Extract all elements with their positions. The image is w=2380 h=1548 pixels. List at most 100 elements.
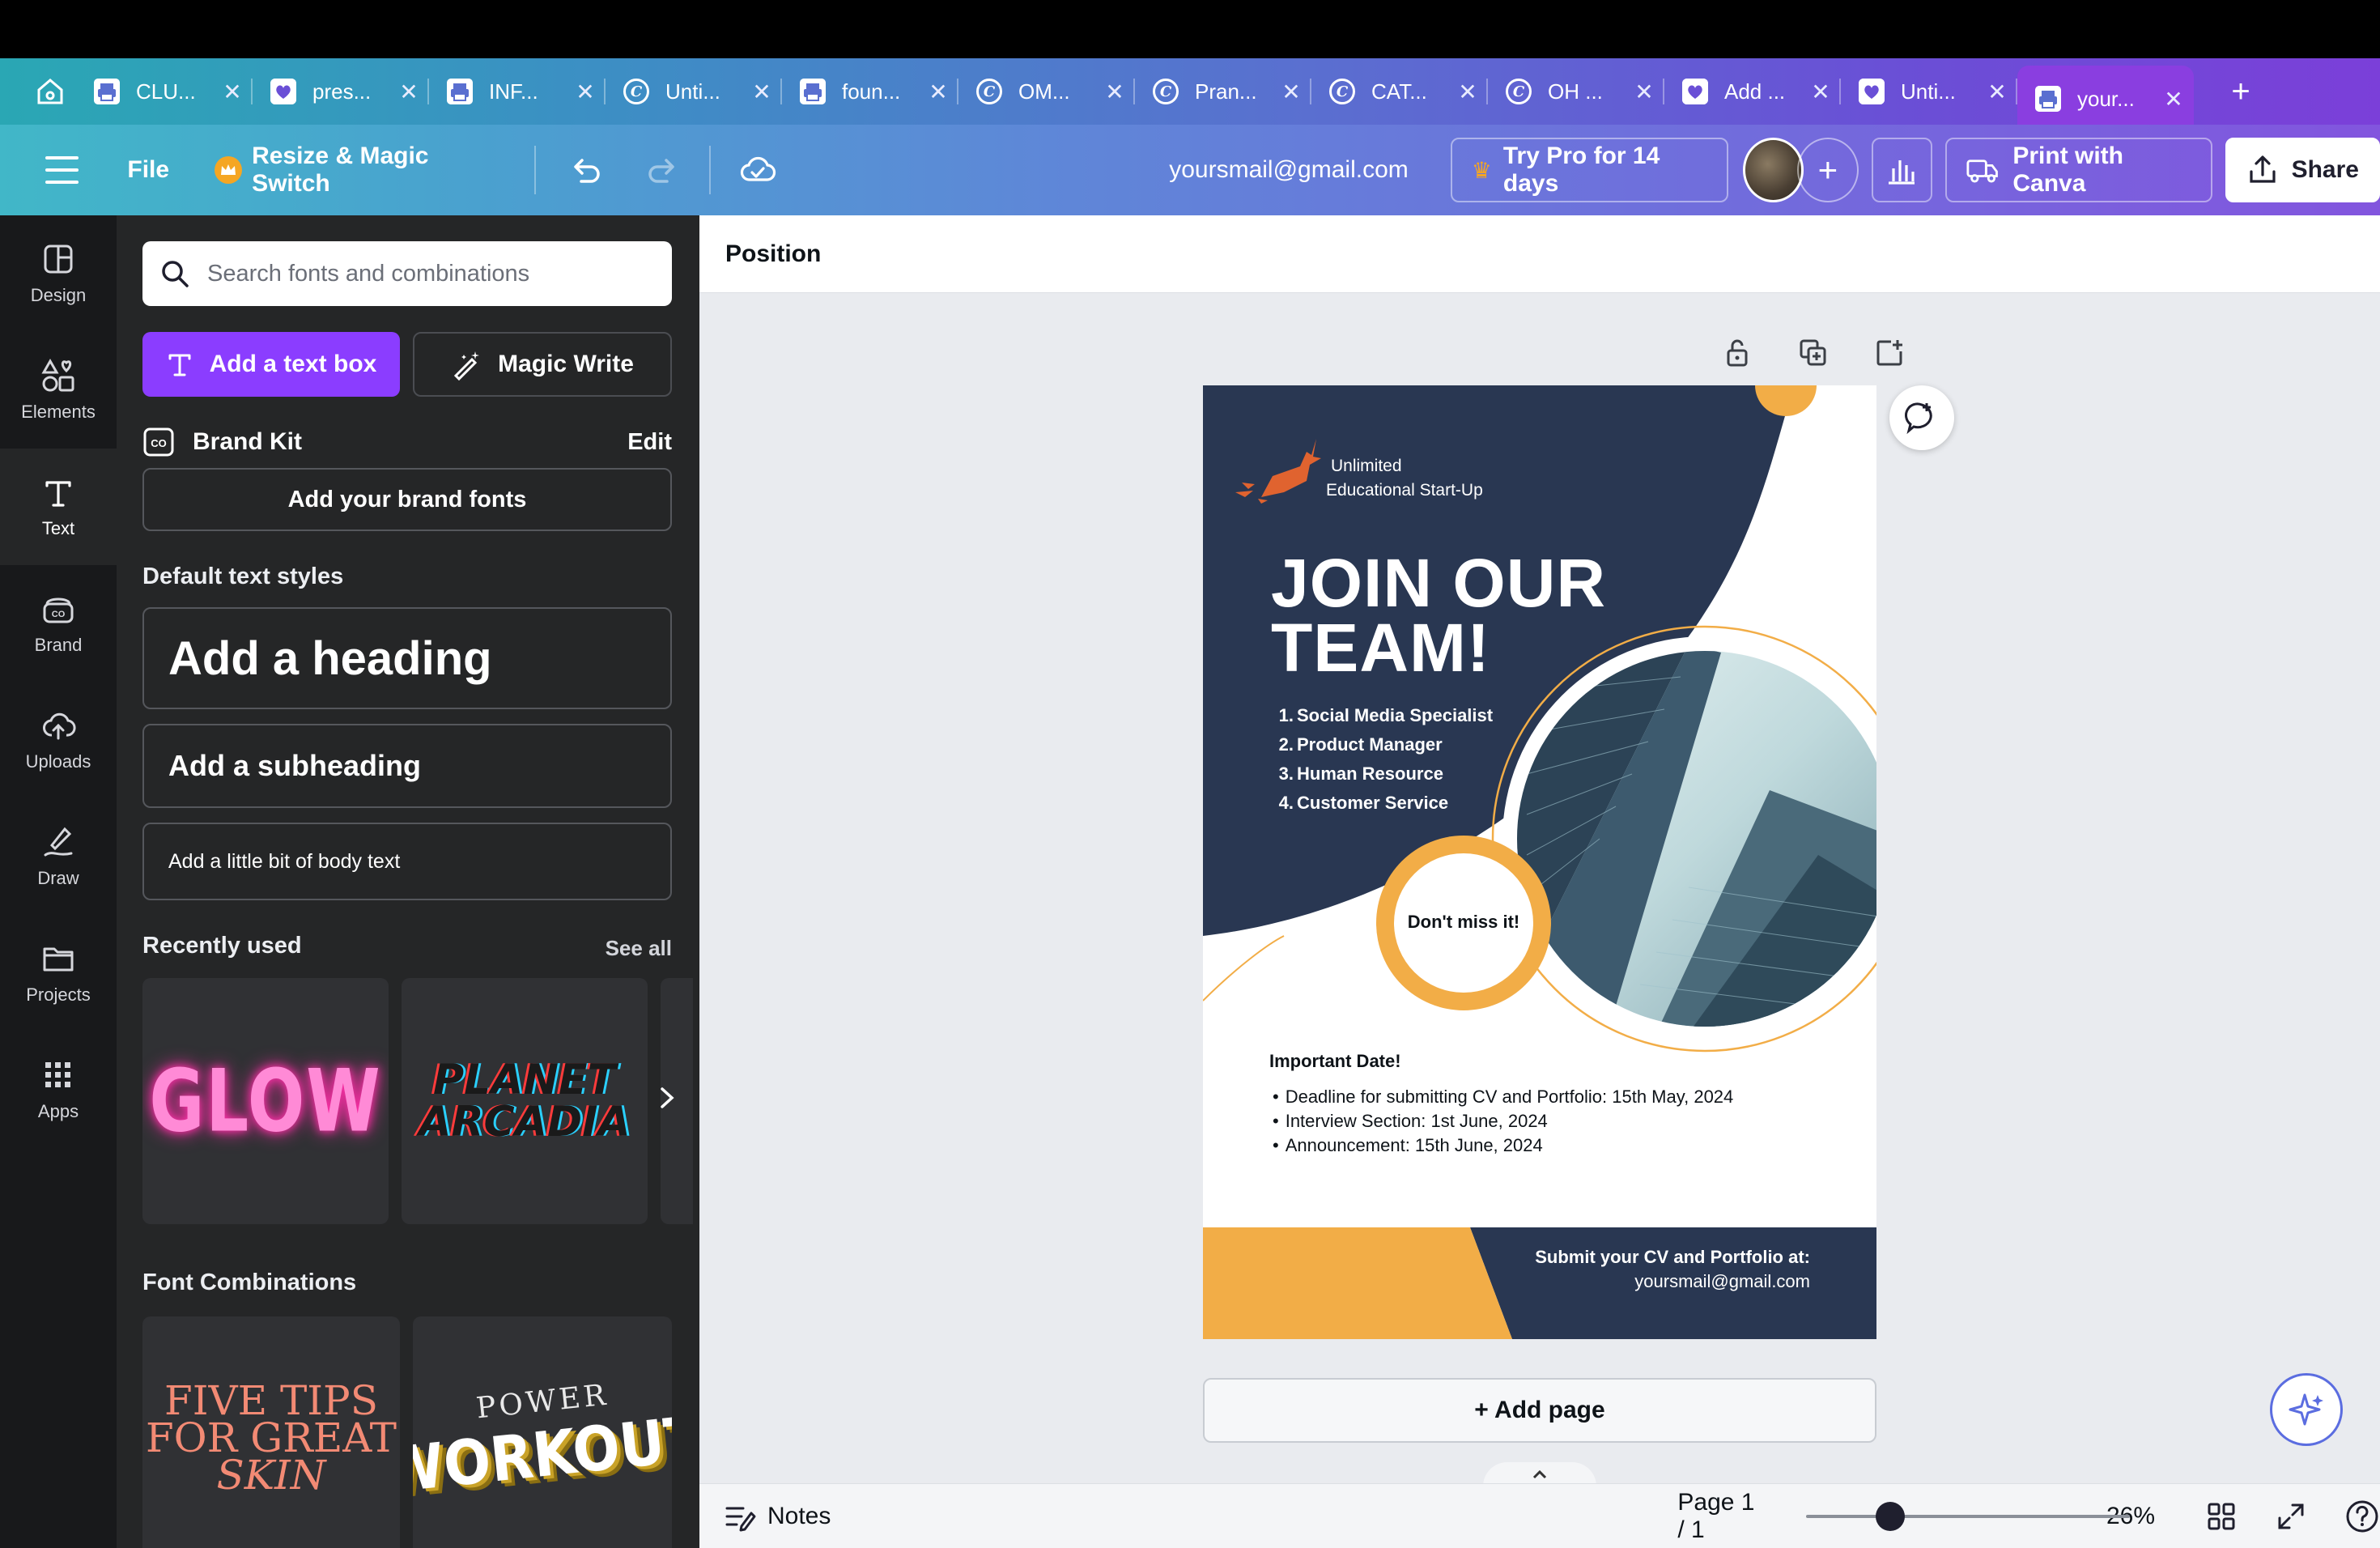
grid-view-button[interactable] [2205, 1500, 2238, 1533]
home-tab-button[interactable] [24, 66, 76, 117]
close-icon[interactable]: ✕ [219, 79, 246, 105]
date-item[interactable]: • Deadline for submitting CV and Portfoli… [1273, 1085, 1733, 1109]
lock-page-button[interactable] [1721, 337, 1753, 369]
bullet: • [1273, 1135, 1279, 1155]
font-combo-power-workout[interactable]: POWER WORKOUT [413, 1316, 672, 1548]
browser-tab[interactable]: C OH ... ✕ [1488, 66, 1664, 117]
browser-tab[interactable]: Add ... ✕ [1664, 66, 1841, 117]
add-subheading-button[interactable]: Add a subheading [142, 724, 672, 808]
browser-tab[interactable]: INF... ✕ [429, 66, 606, 117]
browser-tab[interactable]: Unti... ✕ [1841, 66, 2017, 117]
design-canvas-page[interactable]: Unlimited Educational Start-Up JOIN OUR … [1203, 385, 1876, 1339]
print-with-canva-button[interactable]: Print with Canva [1945, 138, 2212, 202]
date-item[interactable]: • Interview Section: 1st June, 2024 [1273, 1109, 1733, 1133]
redo-icon [648, 159, 675, 183]
insights-button[interactable] [1871, 138, 1933, 202]
canva-icon: C [1153, 79, 1179, 104]
browser-tab[interactable]: C CAT... ✕ [1311, 66, 1488, 117]
redo-button[interactable] [643, 151, 682, 189]
close-icon[interactable]: ✕ [1454, 79, 1481, 105]
add-page-button[interactable]: + Add page [1203, 1378, 1876, 1443]
headline-line2[interactable]: TEAM! [1271, 609, 1490, 687]
submit-email[interactable]: yoursmail@gmail.com [1634, 1271, 1810, 1292]
avatar[interactable] [1742, 138, 1804, 202]
role-item[interactable]: 3. Human Resource [1276, 759, 1493, 789]
close-icon[interactable]: ✕ [1277, 79, 1305, 105]
new-tab-button[interactable]: + [2216, 67, 2265, 116]
scroll-right-button[interactable] [643, 1074, 691, 1122]
rail-draw[interactable]: Draw [0, 798, 117, 915]
page-indicator[interactable]: Page 1 / 1 [1677, 1489, 1763, 1544]
submit-label[interactable]: Submit your CV and Portfolio at: [1535, 1247, 1810, 1268]
role-item[interactable]: 1. Social Media Specialist [1276, 701, 1493, 730]
role-item[interactable]: 4. Customer Service [1276, 789, 1493, 818]
close-icon[interactable]: ✕ [2160, 86, 2187, 113]
notes-button[interactable]: Notes [724, 1500, 831, 1533]
add-comment-button[interactable] [1889, 385, 1954, 450]
add-text-box-button[interactable]: Add a text box [142, 332, 400, 397]
date-item[interactable]: • Announcement: 15th June, 2024 [1273, 1133, 1733, 1158]
top-system-strip [0, 0, 2380, 58]
invite-button[interactable]: + [1797, 138, 1859, 202]
brand-kit-edit-link[interactable]: Edit [627, 429, 672, 456]
close-icon[interactable]: ✕ [395, 79, 423, 105]
tab-title: CLU... [136, 79, 196, 104]
text-t-icon [168, 354, 191, 376]
rail-brand[interactable]: CO Brand [0, 565, 117, 682]
close-icon[interactable]: ✕ [1630, 79, 1658, 105]
zoom-slider-knob[interactable] [1875, 1501, 1905, 1531]
browser-tab[interactable]: C OM... ✕ [958, 66, 1135, 117]
magic-assistant-button[interactable] [2270, 1373, 2343, 1446]
rail-text[interactable]: Text [0, 449, 117, 565]
try-pro-button[interactable]: ♛ Try Pro for 14 days [1450, 138, 1728, 202]
browser-tab[interactable]: C Pran... ✕ [1135, 66, 1311, 117]
add-new-page-button[interactable] [1873, 337, 1906, 369]
rail-apps[interactable]: Apps [0, 1031, 117, 1148]
duplicate-page-button[interactable] [1797, 337, 1830, 369]
browser-tab[interactable]: C Unti... ✕ [606, 66, 782, 117]
close-icon[interactable]: ✕ [1101, 79, 1128, 105]
fullscreen-button[interactable] [2275, 1500, 2307, 1533]
close-icon[interactable]: ✕ [1807, 79, 1834, 105]
close-icon[interactable]: ✕ [748, 79, 776, 105]
font-combo-five-tips[interactable]: FIVE TIPS FOR GREAT SKIN [142, 1316, 400, 1548]
browser-tab[interactable]: pres... ✕ [253, 66, 429, 117]
important-date-title[interactable]: Important Date! [1269, 1051, 1401, 1072]
close-icon[interactable]: ✕ [924, 79, 952, 105]
browser-tab[interactable]: CLU... ✕ [76, 66, 253, 117]
rail-uploads[interactable]: Uploads [0, 682, 117, 798]
logo-text-line1[interactable]: Unlimited [1331, 457, 1402, 476]
role-item[interactable]: 2. Product Manager [1276, 730, 1493, 759]
close-icon[interactable]: ✕ [1983, 79, 2011, 105]
zoom-slider[interactable] [1805, 1500, 2130, 1533]
browser-tab[interactable]: foun... ✕ [782, 66, 958, 117]
close-icon[interactable]: ✕ [572, 79, 599, 105]
share-button[interactable]: Share [2225, 138, 2380, 202]
browser-tab[interactable]: your... ✕ [2017, 66, 2194, 132]
rail-projects[interactable]: Projects [0, 915, 117, 1031]
folder-icon [40, 941, 76, 976]
add-body-text-button[interactable]: Add a little bit of body text [142, 823, 672, 900]
editor-toolbar: File Resize & Magic Switch yoursmail@gma… [0, 125, 2380, 215]
see-all-link[interactable]: See all [606, 936, 672, 961]
add-page-icon [1876, 340, 1902, 366]
rail-elements[interactable]: Elements [0, 332, 117, 449]
help-button[interactable] [2344, 1499, 2380, 1534]
dont-miss-badge[interactable]: Don't miss it! [1394, 912, 1533, 933]
font-search[interactable] [142, 241, 672, 306]
magic-write-button[interactable]: Magic Write [413, 332, 672, 397]
menu-button[interactable] [45, 152, 79, 188]
undo-button[interactable] [567, 151, 606, 189]
resize-magic-switch-button[interactable]: Resize & Magic Switch [215, 142, 495, 198]
recent-font-glow[interactable]: GLOW [142, 978, 389, 1224]
position-button[interactable]: Position [725, 240, 821, 268]
rail-design[interactable]: Design [0, 215, 117, 332]
logo-text-line2[interactable]: Educational Start-Up [1326, 481, 1483, 500]
recent-font-planet-arcadia[interactable]: PLANET ARCADIA [402, 978, 648, 1224]
add-heading-button[interactable]: Add a heading [142, 607, 672, 709]
add-brand-fonts-button[interactable]: Add your brand fonts [142, 468, 672, 531]
layout-icon [40, 241, 76, 277]
cloud-save-status[interactable] [738, 151, 777, 189]
file-menu[interactable]: File [127, 156, 169, 184]
search-input[interactable] [207, 260, 661, 287]
